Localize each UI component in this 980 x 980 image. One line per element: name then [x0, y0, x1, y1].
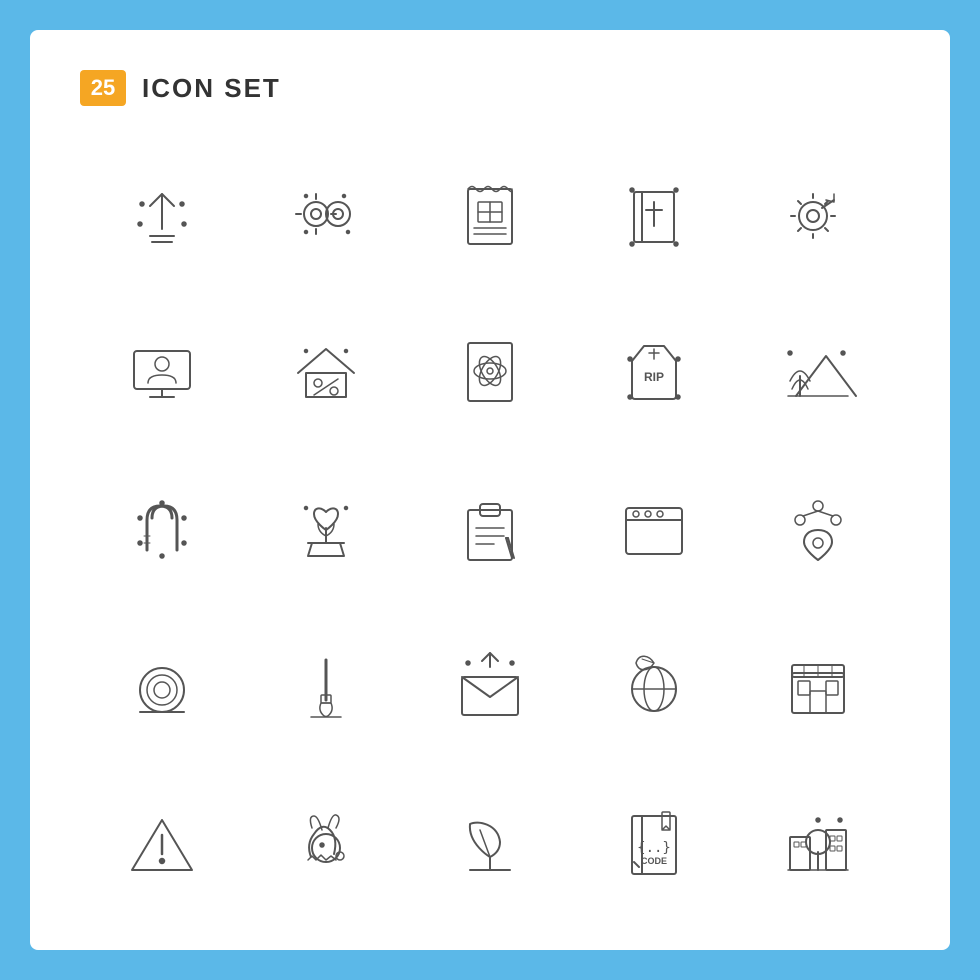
icon-clipboard-pen	[408, 450, 572, 607]
icon-candy-cane	[80, 450, 244, 607]
icon-atom-document	[408, 293, 572, 450]
icon-globe-leaf	[572, 606, 736, 763]
icon-network-pin	[736, 450, 900, 607]
icon-bank-receipt	[408, 136, 572, 293]
icon-bible-cross	[572, 136, 736, 293]
icon-video-call	[80, 293, 244, 450]
icon-coffin-rip: RIP	[572, 293, 736, 450]
icon-paintbrush	[244, 606, 408, 763]
svg-text:CODE: CODE	[641, 856, 667, 866]
icon-count: 25	[80, 70, 126, 106]
icon-bread-roll	[80, 606, 244, 763]
icon-gear-target	[736, 136, 900, 293]
icon-leaf-sprout	[408, 763, 572, 920]
icon-house-percent	[244, 293, 408, 450]
header: 25 ICON SET	[80, 70, 900, 106]
svg-text:{..}: {..}	[637, 840, 671, 856]
icon-plant-heart	[244, 450, 408, 607]
page-title: ICON SET	[142, 73, 281, 104]
icon-tree-mountain	[736, 293, 900, 450]
icon-city-tree	[736, 763, 900, 920]
icon-mail-upload	[408, 606, 572, 763]
icon-upload-arrow	[80, 136, 244, 293]
icon-code-book: {..} CODE	[572, 763, 736, 920]
icon-shop-store	[736, 606, 900, 763]
icon-browser-window	[572, 450, 736, 607]
svg-text:RIP: RIP	[644, 370, 664, 384]
icon-settings-gears	[244, 136, 408, 293]
main-card: 25 ICON SET	[30, 30, 950, 950]
icon-rabbit-egg	[244, 763, 408, 920]
icons-grid: RIP	[80, 136, 900, 920]
icon-warning-triangle	[80, 763, 244, 920]
